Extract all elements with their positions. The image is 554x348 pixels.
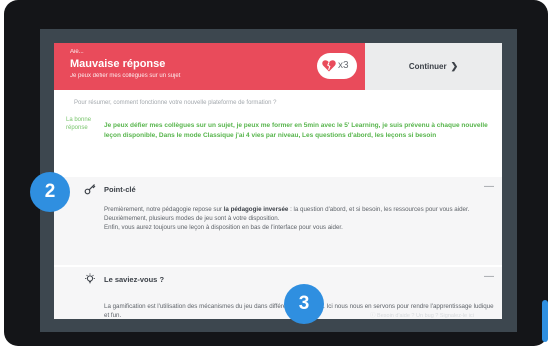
step-marker-3: 3 bbox=[284, 284, 324, 324]
help-link[interactable]: ⓘ Besoin d'aide ? Un bug ? Signalez-le i… bbox=[370, 311, 474, 319]
question-text: Pour résumer, comment fonctionne votre n… bbox=[74, 100, 277, 106]
continue-label: Continuer bbox=[408, 62, 447, 71]
key-point-highlight: la pédagogie inversée bbox=[223, 206, 289, 213]
key-point-text-1: Premièrement, notre pédagogie repose sur bbox=[104, 206, 224, 213]
key-point-title: Point-clé bbox=[104, 185, 136, 194]
key-point-body: Premièrement, notre pédagogie repose sur… bbox=[104, 205, 494, 232]
step-marker-2: 2 bbox=[30, 172, 70, 212]
key-point-line-3: Enfin, vous aurez toujours une leçon à d… bbox=[104, 224, 343, 231]
chevron-right-icon: ❯ bbox=[450, 61, 459, 71]
key-point-header[interactable]: Point-clé — bbox=[54, 177, 502, 197]
collapse-icon[interactable]: — bbox=[484, 271, 494, 282]
tablet-frame: Aie... Mauvaise réponse Je peux défier m… bbox=[4, 0, 548, 346]
feedback-exclamation: Aie... bbox=[70, 49, 84, 55]
lives-badge: x3 bbox=[317, 53, 357, 79]
feedback-subtitle: Je peux défier mes collègues sur un suje… bbox=[70, 73, 181, 79]
key-point-section: Point-clé — Premièrement, notre pédagogi… bbox=[54, 177, 502, 265]
tablet-side-edge bbox=[542, 300, 548, 342]
continue-button[interactable]: Continuer ❯ bbox=[365, 43, 502, 90]
wrong-answer-banner: Aie... Mauvaise réponse Je peux défier m… bbox=[54, 43, 365, 90]
feedback-title: Mauvaise réponse bbox=[70, 58, 166, 70]
feedback-card: Aie... Mauvaise réponse Je peux défier m… bbox=[54, 43, 502, 319]
continue-area: Continuer ❯ bbox=[365, 43, 502, 90]
help-link-text: Besoin d'aide ? Un bug ? Signalez-le ici bbox=[377, 313, 474, 319]
broken-heart-icon bbox=[322, 60, 336, 72]
help-icon: ⓘ bbox=[370, 313, 376, 319]
key-point-line-2: Deuxièmement, plusieurs modes de jeu son… bbox=[104, 215, 280, 222]
key-point-text-2: : la question d'abord, et si besoin, les… bbox=[288, 206, 470, 213]
key-icon bbox=[84, 184, 96, 195]
lightbulb-icon bbox=[85, 273, 95, 284]
collapse-icon[interactable]: — bbox=[484, 181, 494, 192]
correct-answer-label: La bonne réponse bbox=[66, 117, 92, 131]
did-you-know-title: Le saviez-vous ? bbox=[104, 275, 165, 284]
correct-answer-text: Je peux défier mes collègues sur un suje… bbox=[104, 122, 488, 139]
did-you-know-header[interactable]: Le saviez-vous ? — bbox=[54, 267, 502, 287]
feedback-header: Aie... Mauvaise réponse Je peux défier m… bbox=[54, 43, 502, 90]
lives-count: x3 bbox=[338, 60, 349, 71]
screen: Aie... Mauvaise réponse Je peux défier m… bbox=[40, 29, 517, 332]
